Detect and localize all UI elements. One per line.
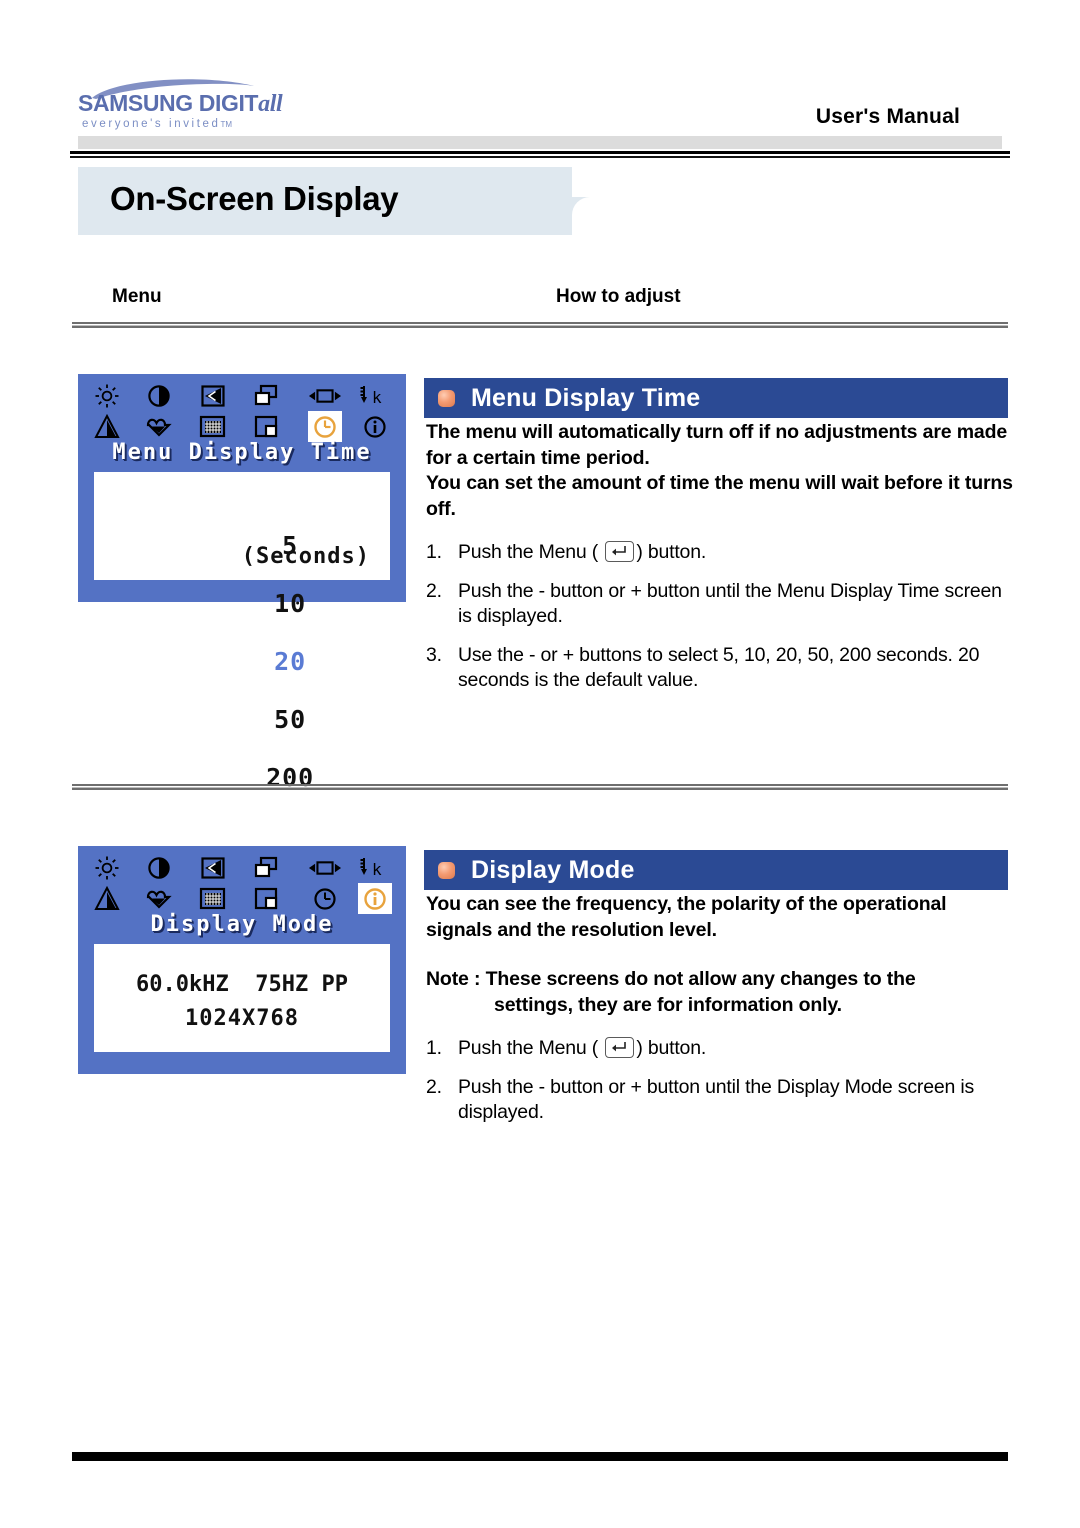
- osd-panel-display-mode: k Display Mode 60.0kHZ 75HZ PP 1024X768: [78, 846, 406, 1074]
- osd-screen-menu-display-time: 5 10 20 50 200 (Seconds): [94, 472, 390, 792]
- column-header-menu: Menu: [112, 286, 162, 307]
- information-icon[interactable]: [358, 883, 392, 914]
- osd-icon-grid: k: [86, 380, 398, 442]
- osd-value-10[interactable]: 10: [274, 589, 306, 618]
- brightness-icon[interactable]: [90, 852, 124, 883]
- v-position-icon[interactable]: [249, 411, 283, 442]
- header-rule-thick: [70, 151, 1010, 154]
- osd-icon-row-top: k: [86, 852, 398, 883]
- svg-text:k: k: [372, 860, 382, 879]
- column-header-how-to-adjust: How to adjust: [556, 286, 681, 307]
- osd-icon-row-bottom: [86, 411, 398, 442]
- step-item: 2. Push the - button or + button until th…: [426, 1075, 1016, 1126]
- step-item: 1. Push the Menu ( ) button.: [426, 540, 1016, 566]
- color-temperature-icon[interactable]: k: [358, 852, 392, 883]
- note-indent: settings, they are for information only.: [494, 993, 842, 1016]
- step-number: 1.: [426, 1037, 442, 1059]
- moire-icon[interactable]: [196, 411, 230, 442]
- section-description-1: You can see the frequency, the polarity …: [426, 893, 947, 941]
- header-gray-strip: [78, 136, 1002, 149]
- logo-tagline-tm: TM: [220, 120, 233, 129]
- page-title-tab-notch: [572, 197, 614, 237]
- section-header-menu-display-time: Menu Display Time: [424, 378, 1008, 418]
- image-lock-coarse-icon[interactable]: [196, 380, 230, 411]
- brightness-icon[interactable]: [90, 380, 124, 411]
- enter-key-icon: [605, 541, 635, 562]
- osd-title-display-mode: Display Mode: [150, 912, 334, 937]
- osd-units-label: (Seconds): [241, 544, 370, 569]
- osd-screen-display-mode: 60.0kHZ 75HZ PP 1024X768: [94, 944, 390, 1052]
- step-item: 3. Use the - or + buttons to select 5, 10…: [426, 643, 1016, 694]
- section-description-1: The menu will automatically turn off if …: [426, 421, 1008, 469]
- menu-display-time-icon[interactable]: [308, 883, 342, 914]
- step-item: 2. Push the - button or + button until th…: [426, 579, 1016, 630]
- svg-text:k: k: [372, 388, 382, 407]
- step-number: 2.: [426, 579, 442, 602]
- section-title: Menu Display Time: [471, 383, 701, 412]
- osd-title-menu-display-time: Menu Display Time: [112, 440, 372, 465]
- image-lock-coarse-icon[interactable]: [196, 852, 230, 883]
- step-item: 1. Push the Menu ( ) button.: [426, 1036, 1016, 1062]
- manual-title: User's Manual: [815, 105, 960, 128]
- h-position-icon[interactable]: [249, 852, 283, 883]
- footer-rule: [72, 1452, 1008, 1461]
- divider-under-columns: [72, 322, 1008, 329]
- osd-icon-row-top: k: [86, 380, 398, 411]
- contrast-icon[interactable]: [142, 380, 176, 411]
- sharpness-icon[interactable]: [90, 411, 124, 442]
- color-adjust-icon[interactable]: [142, 883, 176, 914]
- section-body-display-mode: You can see the frequency, the polarity …: [426, 892, 1016, 1139]
- menu-display-time-icon[interactable]: [308, 411, 342, 442]
- divider-between-sections: [72, 784, 1008, 791]
- osd-resolution-line: 1024X768: [185, 1006, 299, 1031]
- h-position-icon[interactable]: [249, 380, 283, 411]
- osd-frequency-line: 60.0kHZ 75HZ PP: [136, 972, 348, 997]
- osd-icon-row-bottom: [86, 883, 398, 914]
- moire-icon[interactable]: [196, 883, 230, 914]
- bullet-icon: [438, 389, 455, 407]
- enter-key-icon: [605, 1037, 635, 1058]
- section-body-menu-display-time: The menu will automatically turn off if …: [426, 420, 1016, 707]
- step-text-after: ) button.: [636, 1037, 707, 1059]
- header-rule-thin: [70, 156, 1010, 158]
- information-icon[interactable]: [358, 411, 392, 442]
- note-prefix: Note : These screens do not allow any ch…: [426, 968, 916, 990]
- osd-panel-menu-display-time: k Menu Display Time 5 10 20 50 200 (Seco…: [78, 374, 406, 792]
- step-number: 1.: [426, 541, 442, 563]
- h-size-icon[interactable]: [308, 380, 342, 411]
- step-text: Push the - button or + button until the …: [458, 1075, 975, 1124]
- sharpness-icon[interactable]: [90, 883, 124, 914]
- color-adjust-icon[interactable]: [142, 411, 176, 442]
- samsung-logo: SAMSUNG DIGITall everyone's invitedTM: [78, 76, 283, 132]
- step-number: 2.: [426, 1075, 442, 1098]
- logo-wordmark-text: SAMSUNG DIGIT: [78, 90, 259, 116]
- osd-value-50[interactable]: 50: [274, 705, 306, 734]
- steps-list-display-mode: 1. Push the Menu ( ) button. 2. Push the -…: [426, 1036, 1016, 1126]
- section-note: Note : These screens do not allow any ch…: [426, 967, 1016, 1018]
- logo-wordmark-all: all: [258, 91, 283, 117]
- step-text-before: Push the Menu (: [458, 1037, 599, 1059]
- step-text: Use the - or + buttons to select 5, 10, …: [458, 643, 980, 692]
- osd-icon-grid: k: [86, 852, 398, 914]
- h-size-icon[interactable]: [308, 852, 342, 883]
- step-number: 3.: [426, 643, 442, 666]
- logo-wordmark: SAMSUNG DIGITall: [78, 90, 283, 118]
- steps-list-menu-display-time: 1. Push the Menu ( ) button. 2. Push the -…: [426, 540, 1016, 694]
- color-temperature-icon[interactable]: k: [358, 380, 392, 411]
- section-title: Display Mode: [471, 855, 635, 884]
- bullet-icon: [438, 861, 455, 879]
- section-header-display-mode: Display Mode: [424, 850, 1008, 890]
- step-text: Push the - button or + button until the …: [458, 579, 1002, 628]
- page-title: On-Screen Display: [110, 180, 399, 217]
- contrast-icon[interactable]: [142, 852, 176, 883]
- step-text-before: Push the Menu (: [458, 541, 599, 563]
- step-text-after: ) button.: [636, 541, 707, 563]
- logo-tagline-text: everyone's invited: [82, 118, 221, 130]
- page-header: SAMSUNG DIGITall everyone's invitedTM Us…: [0, 0, 1080, 160]
- v-position-icon[interactable]: [249, 883, 283, 914]
- osd-value-20-selected[interactable]: 20: [274, 647, 306, 676]
- logo-tagline: everyone's invitedTM: [82, 118, 302, 130]
- section-description-2: You can set the amount of time the menu …: [426, 472, 1013, 520]
